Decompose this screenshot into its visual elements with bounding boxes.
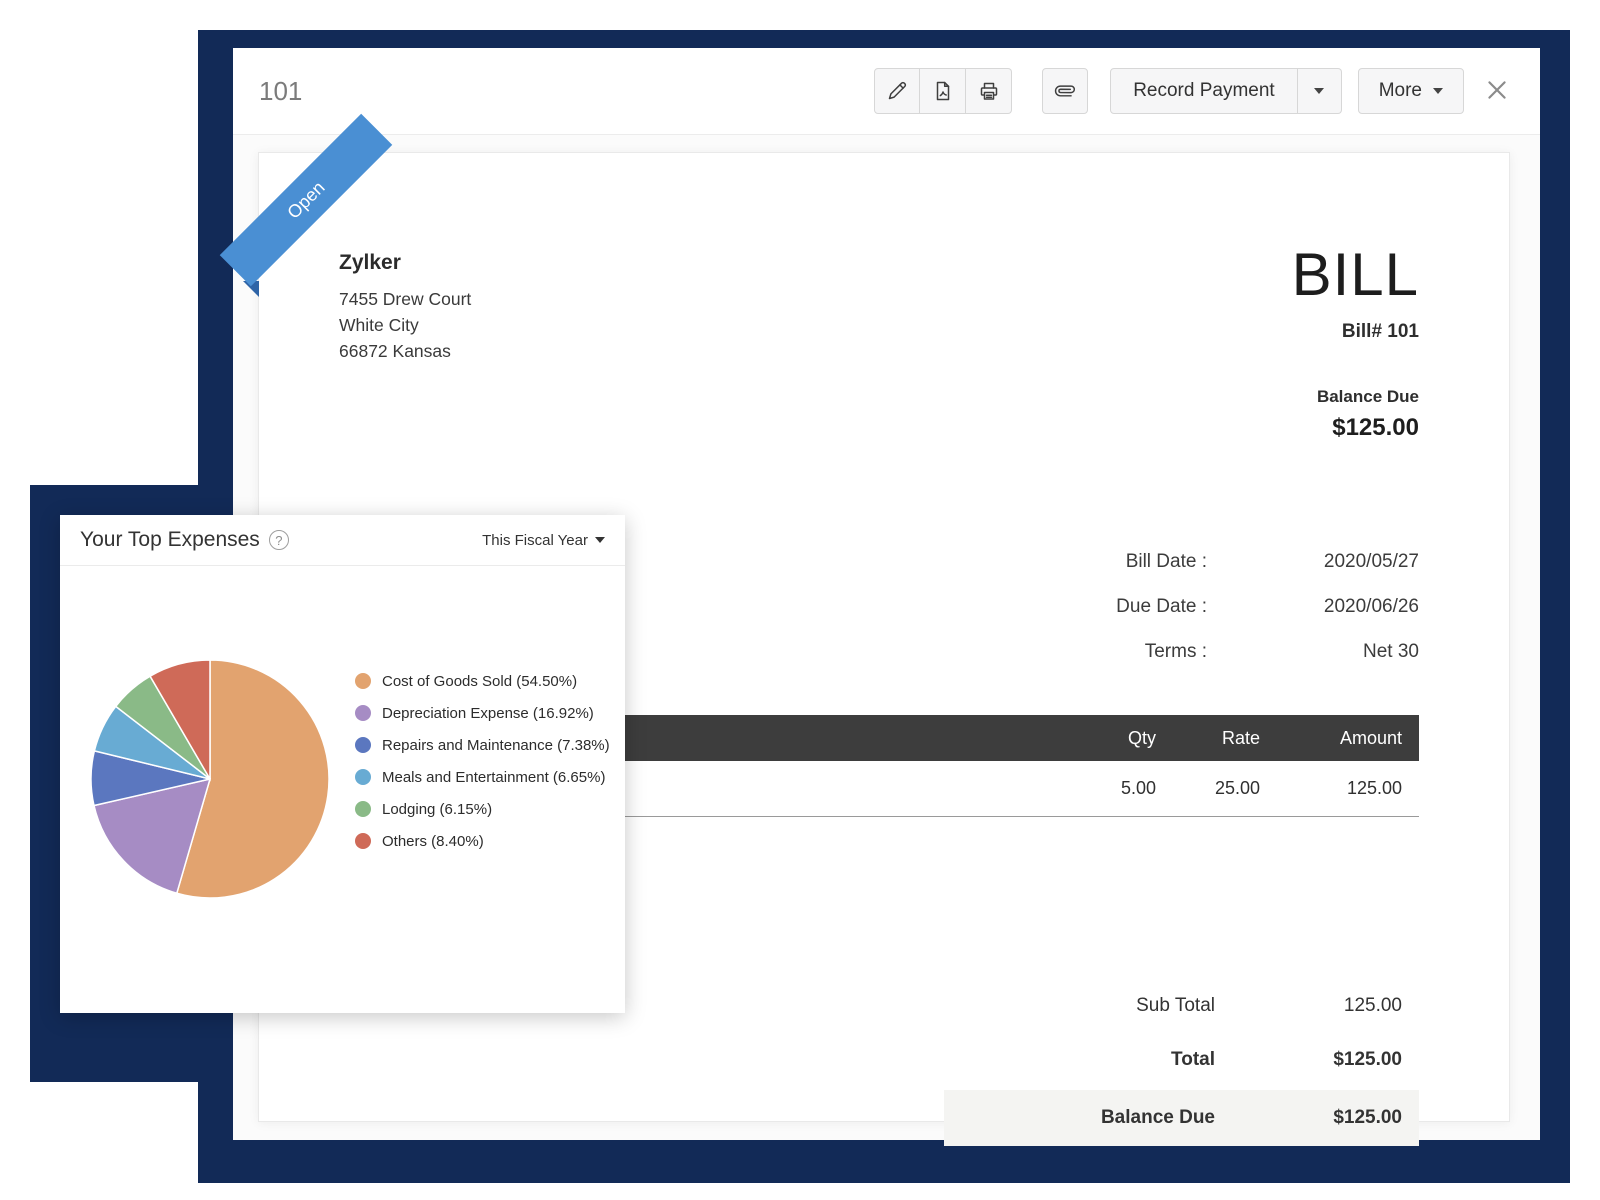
legend-item: Repairs and Maintenance (7.38%) xyxy=(355,734,610,756)
legend-item: Meals and Entertainment (6.65%) xyxy=(355,766,610,788)
bill-number: Bill# 101 xyxy=(1292,321,1419,343)
more-button-label: More xyxy=(1379,80,1422,102)
balance-due-row: Balance Due $125.00 xyxy=(944,1090,1419,1146)
top-expenses-body: Cost of Goods Sold (54.50%) Depreciation … xyxy=(60,566,625,1012)
balance-due-row-value: $125.00 xyxy=(1260,1107,1402,1129)
totals-block: Sub Total 125.00 Total $125.00 Balance D… xyxy=(944,983,1419,1146)
top-expenses-header: Your Top Expenses ? This Fiscal Year xyxy=(60,515,625,566)
expenses-legend: Cost of Goods Sold (54.50%) Depreciation … xyxy=(355,670,610,852)
pdf-icon xyxy=(931,79,955,103)
record-payment-dropdown[interactable] xyxy=(1298,68,1342,114)
vendor-name: Zylker xyxy=(339,251,471,275)
period-selector[interactable]: This Fiscal Year xyxy=(482,532,605,549)
bill-number-title: 101 xyxy=(259,76,302,107)
bill-date-label: Bill Date : xyxy=(989,551,1207,573)
bill-header-block: BILL Bill# 101 Balance Due $125.00 xyxy=(1292,245,1419,442)
vendor-address-block: Zylker 7455 Drew Court White City 66872 … xyxy=(339,251,471,364)
paperclip-icon xyxy=(1054,80,1076,102)
legend-label: Others (8.40%) xyxy=(382,833,484,850)
legend-color-dot xyxy=(355,801,371,817)
pencil-icon xyxy=(885,79,909,103)
record-payment-button[interactable]: Record Payment xyxy=(1110,68,1298,114)
legend-color-dot xyxy=(355,737,371,753)
close-icon xyxy=(1484,77,1510,106)
subtotal-row: Sub Total 125.00 xyxy=(944,983,1419,1029)
terms-label: Terms : xyxy=(989,641,1207,663)
legend-label: Cost of Goods Sold (54.50%) xyxy=(382,673,577,690)
chevron-down-icon xyxy=(1314,88,1324,94)
legend-item: Cost of Goods Sold (54.50%) xyxy=(355,670,610,692)
icon-button-group xyxy=(874,68,1012,114)
expenses-pie-chart xyxy=(70,639,350,919)
total-label: Total xyxy=(944,1049,1215,1071)
balance-due-label: Balance Due xyxy=(1292,387,1419,407)
amount-cell: 125.00 xyxy=(1260,778,1402,799)
toolbar: 101 xyxy=(233,48,1540,135)
chevron-down-icon xyxy=(1433,88,1443,94)
legend-label: Lodging (6.15%) xyxy=(382,801,492,818)
attach-button[interactable] xyxy=(1042,68,1088,114)
terms-row: Terms : Net 30 xyxy=(989,641,1419,663)
bill-meta-block: Bill Date : 2020/05/27 Due Date : 2020/0… xyxy=(989,551,1419,686)
vendor-address-line: 66872 Kansas xyxy=(339,338,471,364)
print-button[interactable] xyxy=(966,68,1012,114)
total-value: $125.00 xyxy=(1260,1049,1402,1071)
top-expenses-card: Your Top Expenses ? This Fiscal Year Cos… xyxy=(60,515,625,1013)
vendor-address-line: White City xyxy=(339,312,471,338)
top-expenses-title: Your Top Expenses xyxy=(80,528,260,552)
vendor-address-line: 7455 Drew Court xyxy=(339,286,471,312)
legend-item: Depreciation Expense (16.92%) xyxy=(355,702,610,724)
balance-due-value: $125.00 xyxy=(1292,414,1419,442)
legend-color-dot xyxy=(355,673,371,689)
pdf-button[interactable] xyxy=(920,68,966,114)
legend-label: Repairs and Maintenance (7.38%) xyxy=(382,737,610,754)
terms-value: Net 30 xyxy=(1207,641,1419,663)
balance-due-row-label: Balance Due xyxy=(944,1107,1215,1129)
due-date-label: Due Date : xyxy=(989,596,1207,618)
legend-item: Lodging (6.15%) xyxy=(355,798,610,820)
more-button[interactable]: More xyxy=(1358,68,1464,114)
document-type-title: BILL xyxy=(1292,245,1419,305)
legend-label: Meals and Entertainment (6.65%) xyxy=(382,769,605,786)
qty-header: Qty xyxy=(1044,728,1156,749)
help-icon[interactable]: ? xyxy=(269,530,289,550)
printer-icon xyxy=(977,79,1001,103)
rate-cell: 25.00 xyxy=(1156,778,1260,799)
amount-header: Amount xyxy=(1260,728,1402,749)
legend-item: Others (8.40%) xyxy=(355,830,610,852)
toolbar-actions: Record Payment More xyxy=(874,68,1514,114)
due-date-value: 2020/06/26 xyxy=(1207,596,1419,618)
qty-cell: 5.00 xyxy=(1044,778,1156,799)
edit-button[interactable] xyxy=(874,68,920,114)
subtotal-value: 125.00 xyxy=(1260,995,1402,1017)
subtotal-label: Sub Total xyxy=(944,995,1215,1017)
legend-color-dot xyxy=(355,705,371,721)
chevron-down-icon xyxy=(595,537,605,543)
bill-date-row: Bill Date : 2020/05/27 xyxy=(989,551,1419,573)
legend-label: Depreciation Expense (16.92%) xyxy=(382,705,594,722)
period-selector-label: This Fiscal Year xyxy=(482,532,588,549)
close-button[interactable] xyxy=(1480,74,1514,108)
bill-date-value: 2020/05/27 xyxy=(1207,551,1419,573)
due-date-row: Due Date : 2020/06/26 xyxy=(989,596,1419,618)
total-row: Total $125.00 xyxy=(944,1033,1419,1087)
record-payment-split-button: Record Payment xyxy=(1110,68,1342,114)
rate-header: Rate xyxy=(1156,728,1260,749)
legend-color-dot xyxy=(355,833,371,849)
legend-color-dot xyxy=(355,769,371,785)
